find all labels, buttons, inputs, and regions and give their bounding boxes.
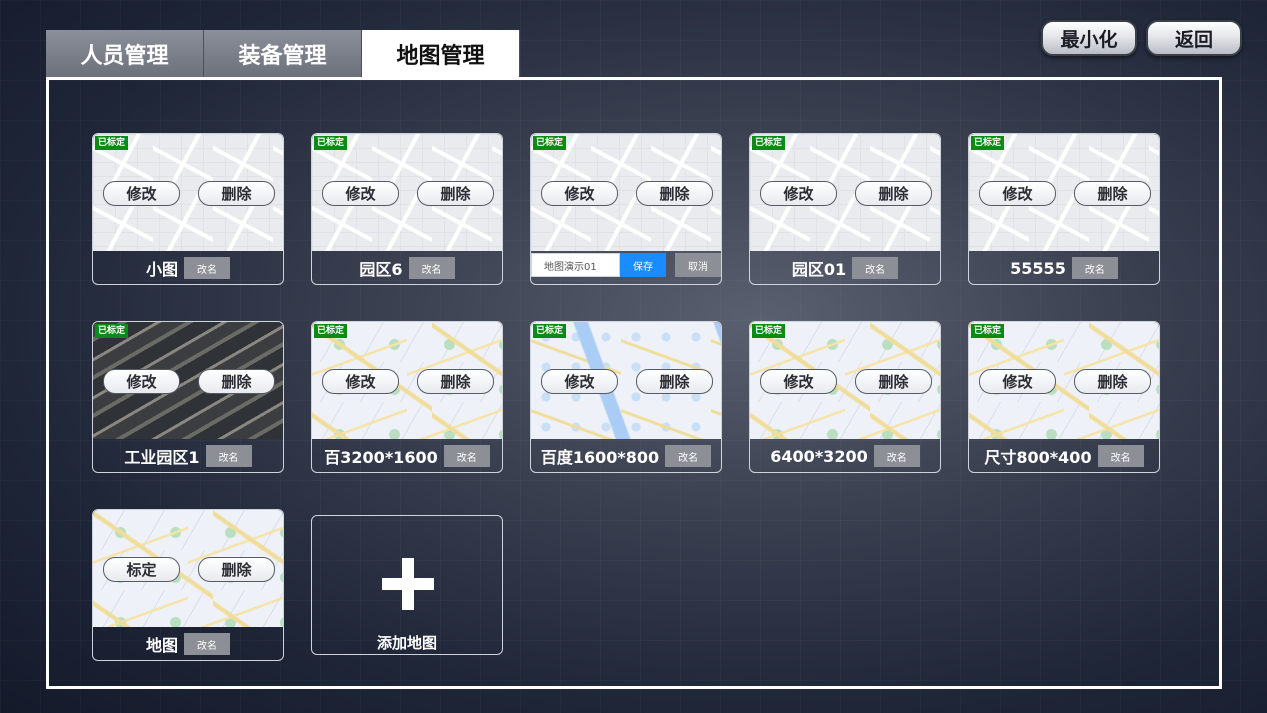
map-card[interactable]: 已标定修改删除保存取消 <box>530 133 722 285</box>
map-card[interactable]: 已标定修改 删除园区01 改名 <box>749 133 941 285</box>
card-footer: 55555 改名 <box>969 251 1159 284</box>
calibrated-badge: 已标定 <box>971 324 1005 338</box>
delete-button[interactable]: 删除 <box>855 181 932 206</box>
card-footer: 6400*3200 改名 <box>750 439 940 472</box>
delete-button[interactable]: 删除 <box>417 369 494 394</box>
rename-button[interactable]: 改名 <box>873 445 920 467</box>
rename-button[interactable]: 改名 <box>184 633 230 655</box>
card-footer: 百3200*1600 改名 <box>312 439 502 472</box>
map-name: 工业园区1 <box>124 448 200 467</box>
card-footer: 尺寸800*400 改名 <box>969 439 1159 472</box>
delete-button[interactable]: 删除 <box>1074 181 1151 206</box>
calibrate-button[interactable]: 标定 <box>103 557 180 582</box>
map-card[interactable]: 标定 删除地图 改名 <box>92 509 284 661</box>
add-map-card[interactable]: 添加地图 <box>311 515 503 655</box>
cancel-button[interactable]: 取消 <box>675 253 721 277</box>
rename-button[interactable]: 改名 <box>205 445 252 467</box>
card-footer: 地图 改名 <box>93 627 283 660</box>
delete-button[interactable]: 删除 <box>198 181 275 206</box>
rename-button[interactable]: 改名 <box>408 257 455 279</box>
map-card[interactable]: 已标定修改 删除百3200*1600 改名 <box>311 321 503 473</box>
map-card[interactable]: 已标定修改 删除园区6 改名 <box>311 133 503 285</box>
edit-button[interactable]: 修改 <box>322 369 399 394</box>
calibrated-badge: 已标定 <box>95 324 129 338</box>
map-card[interactable]: 已标定修改 删除百度1600*800 改名 <box>530 321 722 473</box>
delete-button[interactable]: 删除 <box>417 181 494 206</box>
edit-button[interactable]: 修改 <box>322 181 399 206</box>
map-card[interactable]: 已标定修改 删除工业园区1 改名 <box>92 321 284 473</box>
edit-button[interactable]: 修改 <box>541 181 618 206</box>
card-footer: 百度1600*800 改名 <box>531 439 721 472</box>
map-card[interactable]: 已标定修改 删除尺寸800*400 改名 <box>968 321 1160 473</box>
delete-button[interactable]: 删除 <box>1074 369 1151 394</box>
delete-button[interactable]: 删除 <box>855 369 932 394</box>
rename-button[interactable]: 改名 <box>1097 445 1144 467</box>
map-name: 园区01 <box>791 260 847 279</box>
plus-icon <box>382 558 434 610</box>
calibrated-badge: 已标定 <box>533 136 567 150</box>
rename-button[interactable]: 改名 <box>1071 257 1118 279</box>
card-footer: 小图 改名 <box>93 251 283 284</box>
rename-button[interactable]: 改名 <box>443 445 490 467</box>
rename-button[interactable]: 改名 <box>665 445 712 467</box>
edit-button[interactable]: 修改 <box>760 181 837 206</box>
card-footer: 园区01 改名 <box>750 251 940 284</box>
add-map-label: 添加地图 <box>376 634 437 652</box>
rename-row: 保存取消 <box>531 253 721 277</box>
delete-button[interactable]: 删除 <box>636 181 713 206</box>
edit-button[interactable]: 修改 <box>103 181 180 206</box>
tab-bar: 人员管理 装备管理 地图管理 <box>46 30 520 77</box>
calibrated-badge: 已标定 <box>314 136 348 150</box>
card-footer: 园区6 改名 <box>312 251 502 284</box>
map-name: 55555 <box>1010 258 1066 278</box>
map-name: 尺寸800*400 <box>984 448 1092 467</box>
map-name: 百3200*1600 <box>324 448 438 467</box>
calibrated-badge: 已标定 <box>533 324 567 338</box>
calibrated-badge: 已标定 <box>95 136 129 150</box>
save-button[interactable]: 保存 <box>620 253 666 277</box>
map-card[interactable]: 已标定修改 删除 55555 改名 <box>968 133 1160 285</box>
card-footer: 工业园区1 改名 <box>93 439 283 472</box>
edit-button[interactable]: 修改 <box>979 369 1056 394</box>
delete-button[interactable]: 删除 <box>636 369 713 394</box>
tab-map-management[interactable]: 地图管理 <box>362 30 520 77</box>
map-name-input[interactable] <box>531 253 620 277</box>
edit-button[interactable]: 修改 <box>760 369 837 394</box>
map-name: 百度1600*800 <box>540 448 660 467</box>
map-card[interactable]: 已标定修改 删除 6400*3200 改名 <box>749 321 941 473</box>
edit-button[interactable]: 修改 <box>103 369 180 394</box>
map-name: 地图 <box>145 636 178 655</box>
map-name: 园区6 <box>359 260 403 279</box>
tab-equipment[interactable]: 装备管理 <box>204 30 362 77</box>
map-panel: 已标定修改删除小图改名已标定修改删除园区6改名已标定修改删除保存取消已标定修改删… <box>46 77 1222 689</box>
rename-button[interactable]: 改名 <box>852 257 899 279</box>
calibrated-badge: 已标定 <box>752 324 786 338</box>
delete-button[interactable]: 删除 <box>198 557 275 582</box>
calibrated-badge: 已标定 <box>314 324 348 338</box>
rename-button[interactable]: 改名 <box>184 257 230 279</box>
map-name: 小图 <box>145 260 178 279</box>
delete-button[interactable]: 删除 <box>198 369 275 394</box>
map-card[interactable]: 已标定修改 删除小图 改名 <box>92 133 284 285</box>
edit-button[interactable]: 修改 <box>541 369 618 394</box>
back-button[interactable]: 返回 <box>1146 20 1242 56</box>
map-name: 6400*3200 <box>770 446 868 466</box>
minimize-button[interactable]: 最小化 <box>1041 20 1137 56</box>
edit-button[interactable]: 修改 <box>979 181 1056 206</box>
calibrated-badge: 已标定 <box>752 136 786 150</box>
tab-personnel[interactable]: 人员管理 <box>46 30 204 77</box>
calibrated-badge: 已标定 <box>971 136 1005 150</box>
